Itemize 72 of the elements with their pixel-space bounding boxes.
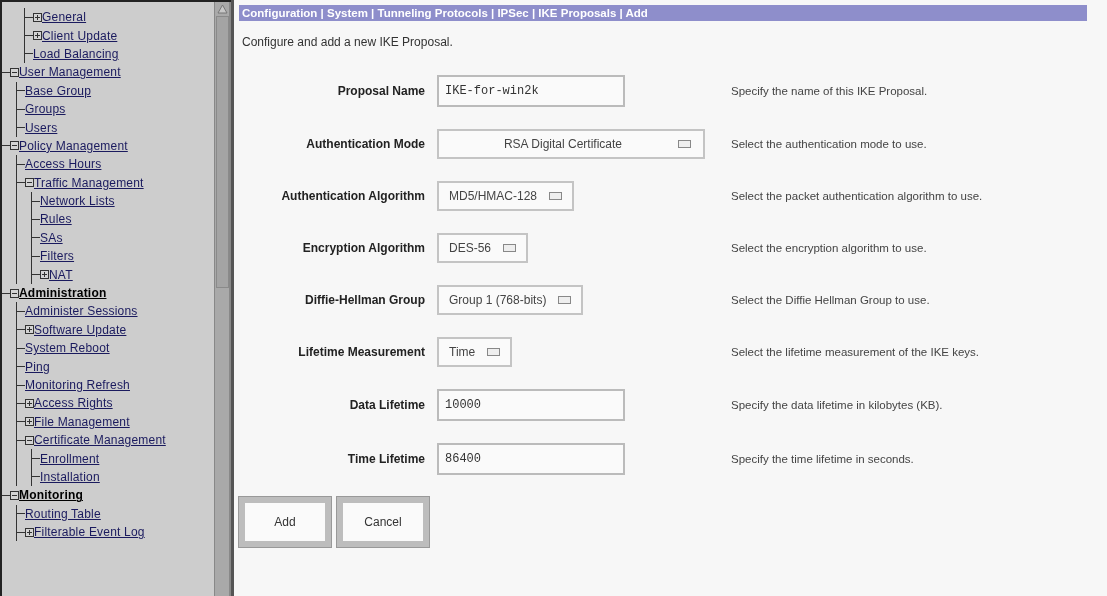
- help-text: Select the authentication mode to use.: [731, 138, 928, 150]
- help-text: Specify the time lifetime in seconds.: [731, 453, 915, 465]
- tree-item[interactable]: Load Balancing: [33, 46, 119, 61]
- text-field[interactable]: 86400: [437, 443, 625, 475]
- field-label: Encryption Algorithm: [301, 241, 425, 255]
- form-button[interactable]: Add: [239, 497, 331, 547]
- expand-icon[interactable]: [33, 12, 42, 22]
- dropdown[interactable]: Group 1 (768-bits): [437, 285, 584, 315]
- tree-item[interactable]: Administer Sessions: [25, 304, 138, 319]
- tree-item[interactable]: Filterable Event Log: [34, 525, 145, 540]
- tree-item[interactable]: Ping: [25, 359, 50, 374]
- tree-item[interactable]: Software Update: [34, 322, 127, 337]
- collapse-icon[interactable]: [10, 67, 19, 77]
- help-text: Select the encryption algorithm to use.: [731, 242, 928, 254]
- text-field[interactable]: IKE-for-win2k: [437, 75, 625, 107]
- tree-item[interactable]: Certificate Management: [34, 433, 166, 448]
- expand-icon[interactable]: [25, 325, 34, 335]
- expand-icon[interactable]: [25, 398, 34, 408]
- field-label: Diffie-Hellman Group: [304, 293, 425, 307]
- form-button[interactable]: Cancel: [337, 497, 429, 547]
- tree-item[interactable]: File Management: [34, 414, 130, 429]
- tree-item[interactable]: Base Group: [25, 83, 92, 98]
- collapse-icon[interactable]: [10, 490, 19, 500]
- field-label: Authentication Algorithm: [280, 189, 425, 203]
- tree-section[interactable]: Administration: [19, 286, 107, 301]
- tree-item[interactable]: Groups: [25, 102, 66, 117]
- field-label: Data Lifetime: [348, 398, 425, 412]
- tree-item[interactable]: Traffic Management: [34, 175, 144, 190]
- breadcrumb-bar: Configuration | System | Tunneling Protocols | IPSec | IKE Proposals | Add: [239, 5, 1087, 21]
- scroll-up-icon[interactable]: [216, 4, 228, 14]
- help-text: Specify the data lifetime in kilobytes (KB).: [731, 399, 944, 411]
- expand-icon[interactable]: [25, 527, 34, 537]
- scrollbar[interactable]: [214, 2, 231, 596]
- text-field[interactable]: 10000: [437, 389, 625, 421]
- tree-item[interactable]: Installation: [40, 469, 100, 484]
- tree-item[interactable]: Routing Table: [25, 506, 101, 521]
- expand-icon[interactable]: [33, 31, 42, 41]
- field-label: Lifetime Measurement: [297, 345, 425, 359]
- tree-item[interactable]: Access Rights: [34, 396, 113, 411]
- help-text: Select the packet authentication algorithm to use.: [731, 190, 984, 202]
- intro-text: Configure and add a new IKE Proposal.: [242, 35, 454, 49]
- tree-item[interactable]: User Management: [19, 65, 121, 80]
- collapse-icon[interactable]: [10, 288, 19, 298]
- field-label: Proposal Name: [336, 84, 425, 98]
- field-label: Authentication Mode: [305, 137, 425, 151]
- tree-item[interactable]: Network Lists: [40, 194, 115, 209]
- dropdown[interactable]: RSA Digital Certificate: [437, 129, 705, 159]
- dropdown[interactable]: Time: [437, 337, 513, 367]
- tree-item[interactable]: SAs: [40, 230, 63, 245]
- tree-item[interactable]: Access Hours: [25, 157, 102, 172]
- tree-item[interactable]: Client Update: [42, 28, 118, 43]
- tree-item[interactable]: Filters: [40, 249, 75, 264]
- tree-item[interactable]: NAT: [49, 267, 73, 282]
- collapse-icon[interactable]: [25, 435, 34, 445]
- tree-item[interactable]: Rules: [40, 212, 72, 227]
- collapse-icon[interactable]: [10, 141, 19, 151]
- tree-section[interactable]: Monitoring: [19, 488, 83, 503]
- tree-item[interactable]: Users: [25, 120, 58, 135]
- tree-item[interactable]: System Reboot: [25, 341, 110, 356]
- expand-icon[interactable]: [40, 270, 49, 280]
- tree-item[interactable]: Enrollment: [40, 451, 100, 466]
- tree-item[interactable]: Policy Management: [19, 138, 128, 153]
- help-text: Select the Diffie Hellman Group to use.: [731, 294, 931, 306]
- collapse-icon[interactable]: [25, 178, 34, 188]
- expand-icon[interactable]: [25, 417, 34, 427]
- tree-item[interactable]: Monitoring Refresh: [25, 378, 130, 392]
- tree-item[interactable]: General: [42, 10, 87, 25]
- help-text: Specify the name of this IKE Proposal.: [731, 85, 929, 97]
- help-text: Select the lifetime measurement of the IKE keys.: [731, 346, 980, 358]
- field-label: Time Lifetime: [346, 452, 425, 466]
- dropdown[interactable]: MD5/HMAC-128: [437, 181, 575, 211]
- dropdown[interactable]: DES-56: [437, 233, 529, 263]
